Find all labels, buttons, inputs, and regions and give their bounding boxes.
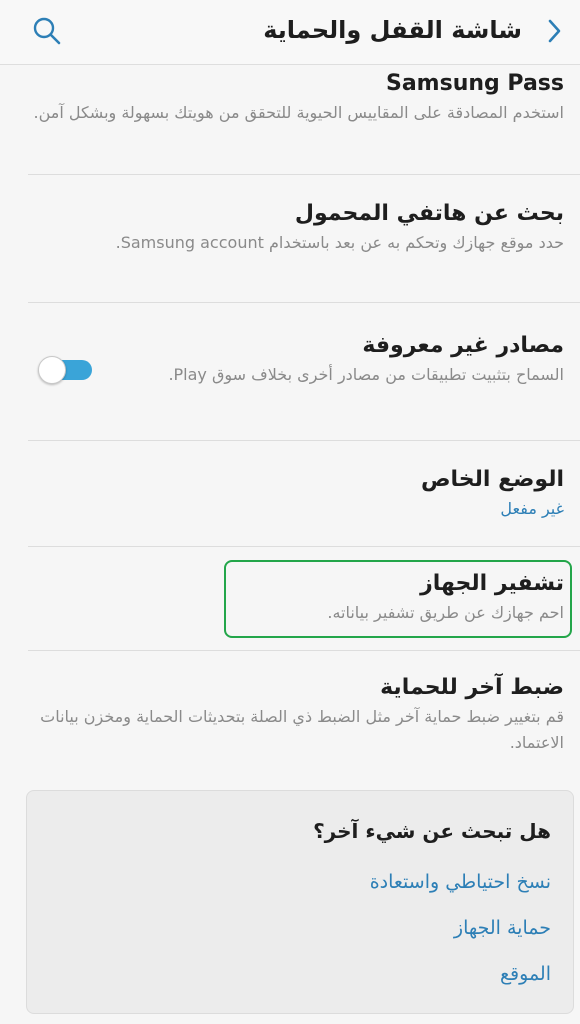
page-title: شاشة القفل والحماية xyxy=(263,16,522,44)
setting-title: بحث عن هاتفي المحمول xyxy=(294,201,564,226)
link-backup-restore[interactable]: نسخ احتياطي واستعادة xyxy=(370,871,551,893)
setting-title: الوضع الخاص xyxy=(420,467,564,492)
unknown-sources-toggle[interactable] xyxy=(38,354,94,386)
search-icon[interactable] xyxy=(30,14,64,48)
setting-description: السماح بتثبيت تطبيقات من مصادر أخرى بخلا… xyxy=(168,365,564,384)
setting-description: حدد موقع جهازك وتحكم به عن بعد باستخدام … xyxy=(115,233,564,252)
divider xyxy=(28,174,580,175)
divider xyxy=(28,302,580,303)
setting-status: غير مفعل xyxy=(500,499,564,518)
link-device-protection[interactable]: حماية الجهاز xyxy=(454,917,551,939)
suggestions-question: هل تبحث عن شيء آخر؟ xyxy=(313,819,551,843)
highlight-box xyxy=(224,560,572,638)
divider xyxy=(28,546,580,547)
setting-other-security[interactable]: ضبط آخر للحماية قم بتغيير ضبط حماية آخر … xyxy=(28,672,564,756)
setting-samsung-pass[interactable]: Samsung Pass استخدم المصادقة على المقايي… xyxy=(28,68,564,126)
link-location[interactable]: الموقع xyxy=(500,963,551,985)
setting-find-my-mobile[interactable]: بحث عن هاتفي المحمول حدد موقع جهازك وتحك… xyxy=(28,198,564,256)
setting-description: قم بتغيير ضبط حماية آخر مثل الضبط ذي الص… xyxy=(40,707,564,752)
setting-private-mode[interactable]: الوضع الخاص غير مفعل xyxy=(28,464,564,522)
setting-unknown-sources[interactable]: مصادر غير معروفة السماح بتثبيت تطبيقات م… xyxy=(120,330,564,388)
toggle-knob xyxy=(38,356,66,384)
suggestions-card: هل تبحث عن شيء آخر؟ نسخ احتياطي واستعادة… xyxy=(26,790,574,1014)
setting-description: استخدم المصادقة على المقاييس الحيوية للت… xyxy=(33,103,564,122)
divider xyxy=(28,650,580,651)
setting-title: ضبط آخر للحماية xyxy=(380,675,564,700)
app-header: شاشة القفل والحماية xyxy=(0,0,580,65)
chevron-left-icon[interactable] xyxy=(542,16,566,46)
setting-title: مصادر غير معروفة xyxy=(362,333,564,358)
divider xyxy=(28,440,580,441)
setting-title: Samsung Pass xyxy=(385,71,564,96)
